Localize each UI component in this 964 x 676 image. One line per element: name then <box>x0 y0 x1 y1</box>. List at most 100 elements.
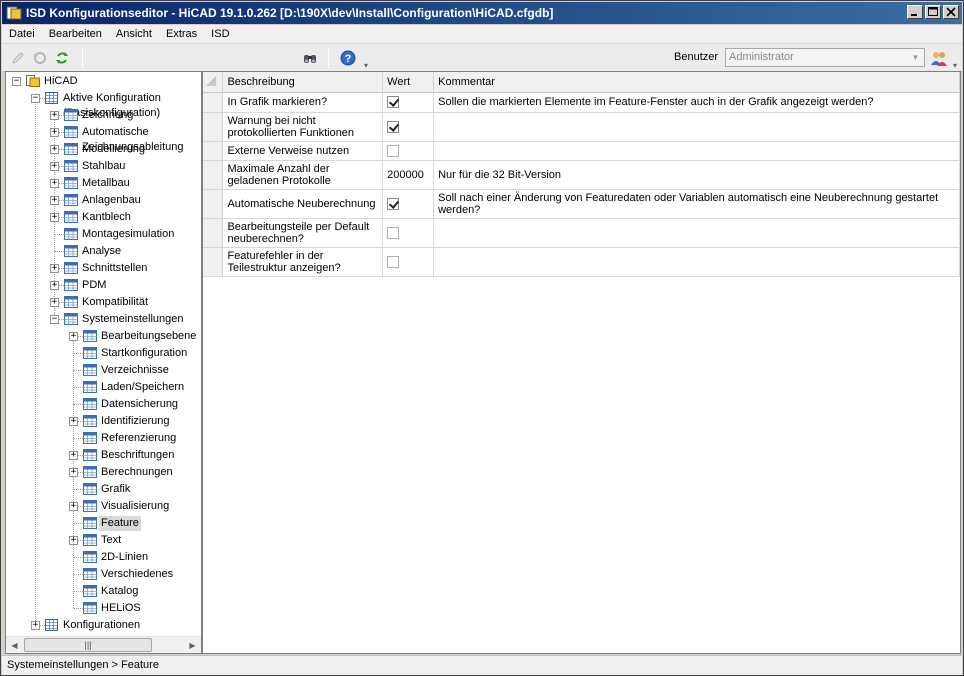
tree-item-11[interactable]: Kompatibilität <box>80 295 150 310</box>
tree-configurations[interactable]: Konfigurationen <box>61 618 142 633</box>
expand-icon[interactable]: + <box>69 502 78 511</box>
column-header-comment[interactable]: Kommentar <box>433 72 960 93</box>
tree-sys-item-1[interactable]: Startkonfiguration <box>99 346 189 361</box>
table-row[interactable]: Automatische Neuberechnung Soll nach eine… <box>203 189 960 219</box>
value-cell[interactable] <box>382 92 435 113</box>
menu-extras[interactable]: Extras <box>159 25 204 44</box>
tree-sys-item-11[interactable]: Feature <box>99 516 141 531</box>
tree-sys-item-10[interactable]: Visualisierung <box>99 499 171 514</box>
tree-item-6[interactable]: Kantblech <box>80 210 133 225</box>
expand-icon[interactable]: + <box>69 417 78 426</box>
collapse-icon[interactable]: − <box>12 77 21 86</box>
tree-sys-item-2[interactable]: Verzeichnisse <box>99 363 171 378</box>
tree-item-7[interactable]: Montagesimulation <box>80 227 176 242</box>
menu-isd[interactable]: ISD <box>204 25 236 44</box>
tree-item-0[interactable]: Zeichnung <box>80 108 135 123</box>
tree-item-5[interactable]: Anlagenbau <box>80 193 143 208</box>
minimize-button[interactable] <box>907 5 923 19</box>
value-text[interactable]: 200000 <box>387 169 424 181</box>
collapse-icon[interactable]: − <box>31 94 40 103</box>
tree-sys-item-15[interactable]: Katalog <box>99 584 140 599</box>
row-header[interactable] <box>203 160 224 190</box>
edit-button[interactable] <box>8 49 28 67</box>
toolbar-overflow[interactable]: ▾ <box>362 46 370 70</box>
value-cell[interactable] <box>382 112 435 142</box>
row-header[interactable] <box>203 112 224 142</box>
user-select[interactable]: Administrator ▼ <box>725 48 925 67</box>
checkbox-unchecked[interactable] <box>387 255 400 268</box>
tree-sys-item-5[interactable]: Identifizierung <box>99 414 172 429</box>
refresh-button[interactable] <box>52 49 72 67</box>
tree-sys-item-12[interactable]: Text <box>99 533 123 548</box>
row-header[interactable] <box>203 247 224 277</box>
expand-icon[interactable]: + <box>69 451 78 460</box>
expand-icon[interactable]: + <box>69 536 78 545</box>
tree-sys-item-0[interactable]: Bearbeitungsebene <box>99 329 198 344</box>
menu-ansicht[interactable]: Ansicht <box>109 25 159 44</box>
checkbox-checked[interactable] <box>387 197 400 210</box>
tree-sys-item-14[interactable]: Verschiedenes <box>99 567 175 582</box>
row-header[interactable] <box>203 218 224 248</box>
expand-icon[interactable]: + <box>50 179 59 188</box>
expand-icon[interactable]: + <box>50 111 59 120</box>
expand-icon[interactable]: + <box>50 281 59 290</box>
toolbar-overflow-right[interactable]: ▾ <box>951 46 959 70</box>
tree-sys-item-16[interactable]: HELiOS <box>99 601 143 616</box>
tree-sys-item-13[interactable]: 2D-Linien <box>99 550 150 565</box>
expand-icon[interactable]: + <box>50 213 59 222</box>
row-header[interactable] <box>203 141 224 161</box>
tree-sys-item-4[interactable]: Datensicherung <box>99 397 180 412</box>
tree-sys-item-3[interactable]: Laden/Speichern <box>99 380 186 395</box>
table-row[interactable]: Maximale Anzahl der geladenen Protokolle… <box>203 160 960 190</box>
table-row[interactable]: Bearbeitungsteile per Default neuberechn… <box>203 218 960 248</box>
value-cell[interactable] <box>382 247 435 277</box>
menu-bearbeiten[interactable]: Bearbeiten <box>42 25 109 44</box>
value-cell[interactable] <box>382 189 435 219</box>
value-cell[interactable] <box>382 218 435 248</box>
scroll-right-icon[interactable]: ▶ <box>184 637 201 653</box>
checkbox-unchecked[interactable] <box>387 144 400 157</box>
grid-corner[interactable] <box>203 72 224 93</box>
title-bar[interactable]: ISD Konfigurationseditor - HiCAD 19.1.0.… <box>2 2 962 24</box>
tree-item-12[interactable]: Systemeinstellungen <box>80 312 186 327</box>
expand-icon[interactable]: + <box>50 145 59 154</box>
row-header[interactable] <box>203 92 224 113</box>
table-row[interactable]: Externe Verweise nutzen <box>203 141 960 161</box>
tree-item-2[interactable]: Modellierung <box>80 142 147 157</box>
maximize-button[interactable] <box>925 5 941 19</box>
table-row[interactable]: In Grafik markieren? Sollen die markierte… <box>203 92 960 113</box>
expand-icon[interactable]: + <box>50 264 59 273</box>
tree-horizontal-scrollbar[interactable]: ◀ ||| ▶ <box>6 636 201 653</box>
expand-icon[interactable]: + <box>31 621 40 630</box>
table-row[interactable]: Featurefehler in der Teilestruktur anzei… <box>203 247 960 277</box>
expand-icon[interactable]: + <box>50 196 59 205</box>
expand-icon[interactable]: + <box>69 468 78 477</box>
tree-item-8[interactable]: Analyse <box>80 244 123 259</box>
tree-root-hicad[interactable]: HiCAD <box>42 74 80 89</box>
help-button[interactable]: ? <box>338 49 358 67</box>
tree-item-4[interactable]: Metallbau <box>80 176 132 191</box>
expand-icon[interactable]: + <box>50 162 59 171</box>
find-button[interactable] <box>300 49 320 67</box>
close-button[interactable] <box>943 5 959 19</box>
tree-sys-item-8[interactable]: Berechnungen <box>99 465 175 480</box>
scroll-left-icon[interactable]: ◀ <box>6 637 23 653</box>
tree-item-10[interactable]: PDM <box>80 278 108 293</box>
collapse-icon[interactable]: − <box>50 315 59 324</box>
menu-datei[interactable]: Datei <box>2 25 42 44</box>
tree-item-3[interactable]: Stahlbau <box>80 159 127 174</box>
expand-icon[interactable]: + <box>50 128 59 137</box>
column-header-description[interactable]: Beschreibung <box>222 72 384 93</box>
tree-sys-item-6[interactable]: Referenzierung <box>99 431 178 446</box>
value-cell[interactable]: 200000 <box>382 160 435 190</box>
checkbox-checked[interactable] <box>387 96 400 109</box>
checkbox-unchecked[interactable] <box>387 226 400 239</box>
tree-sys-item-9[interactable]: Grafik <box>99 482 132 497</box>
row-header[interactable] <box>203 189 224 219</box>
expand-icon[interactable]: + <box>69 332 78 341</box>
column-header-value[interactable]: Wert <box>382 72 435 93</box>
checkbox-checked[interactable] <box>387 120 400 133</box>
value-cell[interactable] <box>382 141 435 161</box>
table-row[interactable]: Warnung bei nicht protokollierten Funkti… <box>203 112 960 142</box>
undo-button[interactable] <box>30 49 50 67</box>
